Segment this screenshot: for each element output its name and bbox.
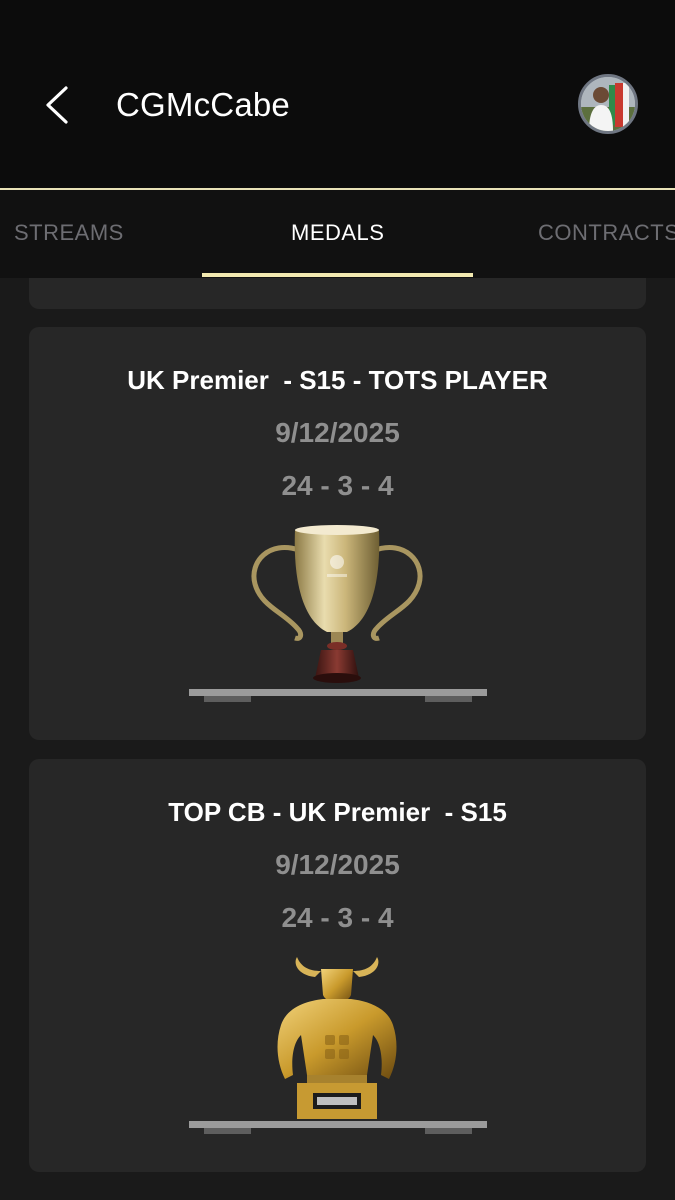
profile-avatar-image: [581, 77, 635, 131]
medal-card[interactable]: UK Premier - S15 - TOTS PLAYER 9/12/2025…: [29, 327, 646, 740]
app-header: CGMcCabe: [0, 0, 675, 188]
avatar[interactable]: [578, 74, 638, 134]
back-button[interactable]: [36, 80, 84, 130]
active-tab-indicator: [202, 273, 473, 277]
gold-cup-trophy-icon: [251, 525, 423, 683]
tab-bar: STREAMS MEDALS CONTRACTS: [0, 190, 675, 278]
trophy-shelf: [189, 689, 487, 702]
chevron-left-icon: [46, 86, 68, 124]
medal-card[interactable]: TOP CB - UK Premier - S15 9/12/2025 24 -…: [29, 759, 646, 1172]
medal-record: 24 - 3 - 4: [281, 470, 394, 501]
page-title: CGMcCabe: [116, 86, 290, 123]
tab-medals[interactable]: MEDALS: [291, 190, 384, 276]
golden-bull-trophy-icon: [277, 957, 397, 1119]
medals-list[interactable]: UK Premier - S15 - TOTS PLAYER 9/12/2025…: [0, 278, 675, 1200]
tab-contracts[interactable]: CONTRACTS: [538, 190, 675, 276]
medal-card-partial[interactable]: [29, 278, 646, 309]
trophy-shelf: [189, 1121, 487, 1134]
medal-title: TOP CB - UK Premier - S15: [168, 797, 507, 827]
medal-record: 24 - 3 - 4: [281, 902, 394, 933]
medal-date: 9/12/2025: [275, 417, 400, 448]
medal-date: 9/12/2025: [275, 849, 400, 880]
tab-streams[interactable]: STREAMS: [14, 190, 124, 276]
medal-title: UK Premier - S15 - TOTS PLAYER: [127, 365, 548, 395]
